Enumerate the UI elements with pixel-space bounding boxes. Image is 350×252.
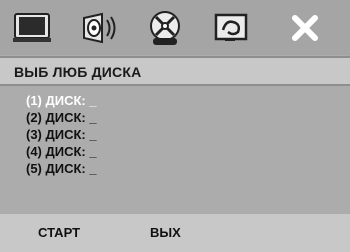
tv-icon[interactable] xyxy=(8,8,58,48)
list-item[interactable]: (3) ДИСК: _ xyxy=(26,126,97,143)
title-bar: ВЫБ ЛЮБ ДИСКА xyxy=(0,56,350,86)
list-item[interactable]: (2) ДИСК: _ xyxy=(26,109,97,126)
list-item[interactable]: (5) ДИСК: _ xyxy=(26,160,97,177)
preferences-icon[interactable] xyxy=(206,8,256,48)
page-title: ВЫБ ЛЮБ ДИСКА xyxy=(14,64,142,80)
disc-list: (1) ДИСК: _ (2) ДИСК: _ (3) ДИСК: _ (4) … xyxy=(26,92,97,177)
exit-button[interactable]: ВЫХ xyxy=(150,225,181,240)
menu-window: ВЫБ ЛЮБ ДИСКА (1) ДИСК: _ (2) ДИСК: _ (3… xyxy=(0,0,350,252)
disc-icon[interactable] xyxy=(140,8,190,48)
start-button[interactable]: СТАРТ xyxy=(38,225,80,240)
list-item[interactable]: (4) ДИСК: _ xyxy=(26,143,97,160)
speaker-icon[interactable] xyxy=(74,8,124,48)
icon-toolbar xyxy=(0,0,350,55)
list-item[interactable]: (1) ДИСК: _ xyxy=(26,92,97,109)
footer-bar: СТАРТ ВЫХ xyxy=(0,214,350,252)
close-icon[interactable] xyxy=(280,8,330,48)
